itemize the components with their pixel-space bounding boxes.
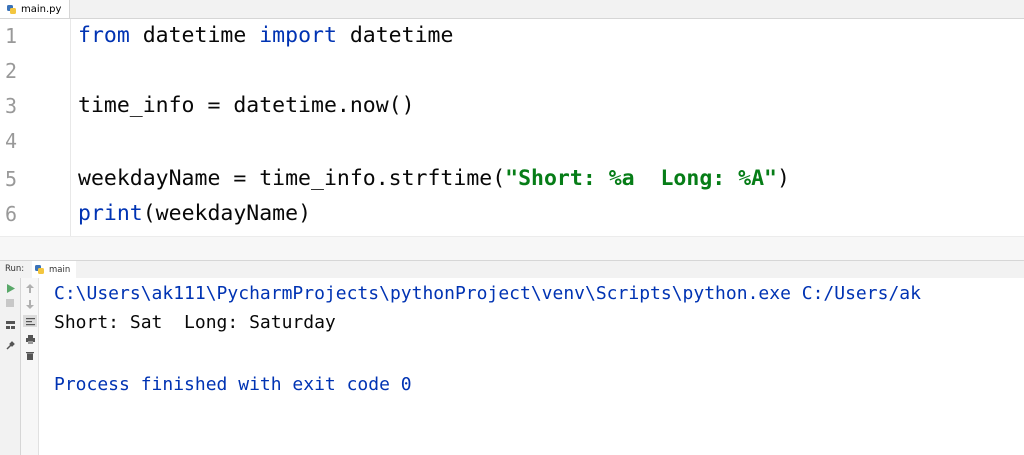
- stop-icon[interactable]: [3, 297, 17, 309]
- rerun-icon[interactable]: [3, 282, 17, 294]
- code-line[interactable]: print(weekdayName): [78, 201, 311, 227]
- console-toolbar: [21, 278, 39, 455]
- code-token: ): [776, 166, 790, 191]
- editor-tab-label: main.py: [21, 3, 62, 15]
- layout-icon[interactable]: [3, 319, 17, 331]
- run-toolbar: [0, 278, 21, 455]
- code-token: datetime: [129, 23, 260, 48]
- code-keyword: print: [78, 201, 143, 226]
- editor-tab-bar: main.py: [0, 0, 1024, 19]
- line-number: 1: [5, 24, 18, 48]
- line-number: 2: [5, 59, 18, 83]
- code-token: weekdayName = time_info.strftime(: [78, 166, 506, 191]
- line-number: 6: [5, 202, 18, 226]
- console-command-line: C:\Users\ak111\PycharmProjects\pythonPro…: [54, 283, 921, 304]
- code-token: datetime: [336, 23, 454, 48]
- run-panel-header: Run: main: [0, 260, 1024, 279]
- pin-icon[interactable]: [3, 339, 17, 351]
- code-token: time_info = datetime.now(): [78, 93, 415, 118]
- soft-wrap-icon[interactable]: [23, 315, 37, 327]
- print-icon[interactable]: [23, 333, 37, 345]
- panel-divider[interactable]: [0, 236, 1024, 261]
- editor-tab-main-py[interactable]: main.py: [0, 0, 71, 18]
- line-number: 5: [5, 167, 18, 191]
- run-tab-label: main: [49, 264, 71, 275]
- run-tab-main[interactable]: main: [32, 261, 77, 278]
- code-line[interactable]: from datetime import datetime: [78, 23, 453, 49]
- code-keyword: from: [78, 23, 130, 48]
- arrow-down-icon[interactable]: [23, 298, 37, 310]
- code-keyword: import: [259, 23, 337, 48]
- line-number: 3: [5, 94, 18, 118]
- python-file-icon: [6, 4, 17, 15]
- code-token: (weekdayName): [142, 201, 312, 226]
- trash-icon[interactable]: [23, 349, 37, 361]
- run-label: Run:: [5, 264, 25, 274]
- code-string: "Short: %a Long: %A": [505, 166, 777, 191]
- line-number: 4: [5, 129, 18, 153]
- run-console-output[interactable]: C:\Users\ak111\PycharmProjects\pythonPro…: [39, 278, 1024, 455]
- code-line[interactable]: time_info = datetime.now(): [78, 93, 415, 119]
- python-run-icon: [34, 264, 45, 275]
- code-editor[interactable]: 1 2 3 4 5 6 from datetime import datetime time…: [0, 19, 1024, 240]
- line-number-gutter: 1 2 3 4 5 6: [0, 19, 71, 240]
- arrow-up-icon[interactable]: [23, 282, 37, 294]
- console-exit-message: Process finished with exit code 0: [54, 374, 412, 395]
- console-result-line: Short: Sat Long: Saturday: [54, 312, 336, 333]
- code-line[interactable]: weekdayName = time_info.strftime("Short:…: [78, 166, 790, 192]
